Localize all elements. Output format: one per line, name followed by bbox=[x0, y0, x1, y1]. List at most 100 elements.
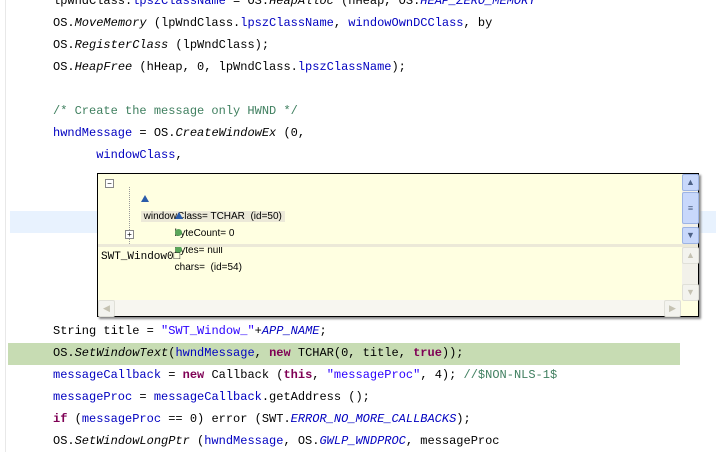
code-token: if bbox=[53, 412, 68, 426]
code-token: Callback ( bbox=[204, 368, 284, 382]
code-token: GWLP_WNDPROC bbox=[319, 434, 406, 448]
code-line[interactable]: String title = "SWT_Window_"+APP_NAME; bbox=[0, 320, 716, 342]
code-text: OS.MoveMemory (lpWndClass.lpszClassName,… bbox=[53, 12, 492, 34]
code-token: , bbox=[254, 346, 270, 360]
code-token: OS. bbox=[53, 434, 75, 448]
code-token: + bbox=[254, 324, 262, 338]
code-token: CreateWindowEx bbox=[175, 126, 277, 140]
scroll-down-icon[interactable]: ▼ bbox=[682, 227, 699, 244]
tree-item-chars[interactable]: chars= (id=54) bbox=[158, 225, 242, 273]
code-token: OS. bbox=[53, 60, 75, 74]
code-token: new bbox=[182, 368, 205, 382]
scroll-right-icon[interactable]: ▶ bbox=[664, 300, 681, 317]
code-text: /* Create the message only HWND */ bbox=[53, 100, 298, 122]
variable-hover-popup[interactable]: − windowClass= TCHAR (id=50) byteCount= … bbox=[97, 173, 699, 317]
code-text: String title = "SWT_Window_"+APP_NAME; bbox=[53, 320, 327, 342]
code-token: = OS. bbox=[132, 126, 176, 140]
code-token: APP_NAME bbox=[261, 324, 320, 338]
code-token: messageCallback bbox=[53, 368, 162, 382]
code-token: = bbox=[161, 368, 183, 382]
scroll-thumb[interactable]: ≡ bbox=[682, 192, 699, 224]
code-token: "SWT_Window_" bbox=[161, 324, 255, 338]
code-line[interactable]: OS.SetWindowLongPtr (hwndMessage, OS.GWL… bbox=[0, 430, 716, 452]
code-text: windowClass, bbox=[53, 144, 183, 166]
code-token: , bbox=[312, 368, 327, 382]
code-token: (lpWndClass); bbox=[168, 38, 270, 52]
scroll-left-icon[interactable]: ◀ bbox=[98, 300, 115, 317]
code-token: messageProc bbox=[53, 390, 133, 404]
code-token: true bbox=[413, 346, 442, 360]
detail-horizontal-scrollbar[interactable]: ◀ ▶ bbox=[98, 300, 681, 317]
code-line[interactable]: OS.HeapFree (hHeap, 0, lpWndClass.lpszCl… bbox=[0, 56, 716, 78]
code-token: lpszClassName bbox=[297, 60, 392, 74]
code-token: windowClass bbox=[96, 148, 176, 162]
code-text: OS.SetWindowLongPtr (hwndMessage, OS.GWL… bbox=[53, 430, 500, 452]
scroll-up-icon[interactable]: ▲ bbox=[682, 174, 699, 191]
code-token: , by bbox=[463, 16, 493, 30]
code-token: lpWndClass. bbox=[53, 0, 133, 8]
code-text: OS.SetWindowText(hwndMessage, new TCHAR(… bbox=[53, 342, 464, 364]
code-token: lpszClassName bbox=[132, 0, 226, 8]
detail-vertical-scrollbar[interactable]: ▲ ▼ bbox=[682, 247, 699, 301]
expand-icon[interactable]: + bbox=[125, 230, 134, 239]
code-token: HeapFree bbox=[74, 60, 133, 74]
code-line[interactable]: /* Create the message only HWND */ bbox=[0, 100, 716, 122]
code-token: windowOwnDCClass bbox=[348, 16, 464, 30]
tree-vertical-scrollbar[interactable]: ▲ ≡ ▼ bbox=[682, 174, 699, 244]
scroll-up-icon[interactable]: ▲ bbox=[682, 247, 699, 264]
code-line[interactable]: lpWndClass.lpszClassName = OS.HeapAlloc … bbox=[0, 0, 716, 12]
code-line[interactable]: OS.SetWindowText(hwndMessage, new TCHAR(… bbox=[0, 342, 716, 364]
code-line[interactable]: OS.RegisterClass (lpWndClass); bbox=[0, 34, 716, 56]
code-token: , messageProc bbox=[405, 434, 500, 448]
code-token: (hHeap, OS. bbox=[333, 0, 421, 8]
code-text: messageCallback = new Callback (this, "m… bbox=[53, 364, 557, 386]
code-text: lpWndClass.lpszClassName = OS.HeapAlloc … bbox=[53, 0, 536, 12]
code-text: hwndMessage = OS.CreateWindowEx (0, bbox=[53, 122, 305, 144]
field-triangle-icon bbox=[140, 195, 149, 202]
code-token: messageProc bbox=[81, 412, 162, 426]
code-line[interactable]: hwndMessage = OS.CreateWindowEx (0, bbox=[0, 122, 716, 144]
code-text: OS.HeapFree (hHeap, 0, lpWndClass.lpszCl… bbox=[53, 56, 406, 78]
tree-item-byteCount[interactable]: byteCount= 0 bbox=[158, 191, 234, 239]
code-token: MoveMemory bbox=[74, 16, 147, 30]
code-token: /* Create the message only HWND */ bbox=[53, 104, 298, 118]
code-token: .getAddress (); bbox=[261, 390, 370, 404]
code-token: lpszClassName bbox=[240, 16, 334, 30]
code-line[interactable]: if (messageProc == 0) error (SWT.ERROR_N… bbox=[0, 408, 716, 430]
code-token: ); bbox=[456, 412, 471, 426]
scroll-down-icon[interactable]: ▼ bbox=[682, 284, 699, 301]
code-token: OS. bbox=[53, 38, 75, 52]
code-line[interactable]: messageCallback = new Callback (this, "m… bbox=[0, 364, 716, 386]
pane-divider[interactable] bbox=[98, 244, 698, 247]
code-token: , bbox=[333, 16, 349, 30]
code-token: ( bbox=[67, 412, 82, 426]
code-line[interactable]: messageProc = messageCallback.getAddress… bbox=[0, 386, 716, 408]
detail-text[interactable]: SWT_Window0□ bbox=[101, 251, 180, 263]
code-token: hwndMessage bbox=[175, 346, 255, 360]
code-token: = bbox=[132, 390, 154, 404]
code-token: messageCallback bbox=[153, 390, 262, 404]
code-text: if (messageProc == 0) error (SWT.ERROR_N… bbox=[53, 408, 471, 430]
tree-item-label: chars= (id=54) bbox=[174, 262, 242, 273]
code-token: (0, bbox=[276, 126, 306, 140]
code-line[interactable]: windowClass, bbox=[0, 144, 716, 166]
code-token: ); bbox=[391, 60, 406, 74]
code-line[interactable]: OS.MoveMemory (lpWndClass.lpszClassName,… bbox=[0, 12, 716, 34]
code-token: == 0) error (SWT. bbox=[161, 412, 291, 426]
code-line[interactable] bbox=[0, 78, 716, 100]
code-token: //$NON-NLS-1$ bbox=[463, 368, 558, 382]
tree-item-windowClass[interactable]: windowClass= TCHAR (id=50) bbox=[124, 174, 285, 222]
code-token: this bbox=[283, 368, 313, 382]
code-token: TCHAR(0, title, bbox=[290, 346, 414, 360]
code-token: (hHeap, 0, lpWndClass. bbox=[132, 60, 298, 74]
tree-item-bytes[interactable]: bytes= null bbox=[158, 208, 223, 256]
code-token: new bbox=[269, 346, 291, 360]
collapse-icon[interactable]: − bbox=[105, 179, 114, 188]
variable-tree[interactable]: − windowClass= TCHAR (id=50) byteCount= … bbox=[98, 174, 681, 273]
code-token: OS. bbox=[53, 346, 75, 360]
code-token: ERROR_NO_MORE_CALLBACKS bbox=[290, 412, 457, 426]
code-token: , bbox=[175, 148, 183, 162]
code-token: , OS. bbox=[283, 434, 320, 448]
code-token: )); bbox=[441, 346, 464, 360]
